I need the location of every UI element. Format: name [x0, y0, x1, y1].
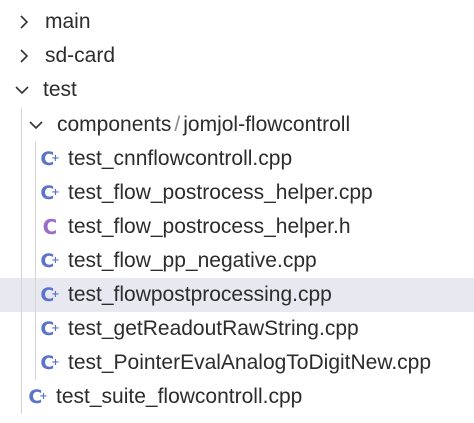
folder-label-sd-card: sd-card	[45, 44, 116, 67]
file-label: test_getReadoutRawString.cpp	[68, 317, 359, 340]
file-label: test_flow_pp_negative.cpp	[68, 249, 317, 272]
path-separator: /	[174, 113, 181, 136]
folder-label-main: main	[45, 10, 91, 33]
indent-guide	[21, 380, 22, 414]
cpp-file-icon: C+	[40, 148, 60, 170]
file-item[interactable]: C test_flow_postrocess_helper.h	[0, 210, 474, 244]
folder-label-test: test	[43, 78, 77, 101]
indent-guide	[21, 108, 22, 142]
folder-components-jomjol-flowcontroll[interactable]: components / jomjol-flowcontroll	[0, 108, 474, 142]
indent-guide	[21, 142, 22, 176]
file-label: test_flowpostprocessing.cpp	[68, 283, 332, 306]
chevron-down-icon	[29, 118, 43, 132]
indent-guide	[21, 312, 22, 346]
chevron-right-icon	[17, 15, 31, 29]
indent-guide	[21, 278, 22, 312]
file-item[interactable]: C+ test_flow_pp_negative.cpp	[0, 244, 474, 278]
chevron-right-icon	[17, 49, 31, 63]
cpp-file-icon: C+	[40, 182, 60, 204]
indent-guide	[35, 244, 36, 278]
cpp-file-icon: C+	[40, 318, 60, 340]
file-label: test_suite_flowcontroll.cpp	[56, 385, 303, 408]
folder-main[interactable]: main	[0, 5, 474, 39]
cpp-file-icon: C+	[40, 284, 60, 306]
chevron-down-icon	[15, 83, 29, 97]
indent-guide	[35, 210, 36, 244]
file-item[interactable]: C+ test_suite_flowcontroll.cpp	[0, 380, 474, 414]
indent-guide	[21, 244, 22, 278]
file-item[interactable]: C+ test_PointerEvalAnalogToDigitNew.cpp	[0, 346, 474, 380]
cpp-file-icon: C+	[40, 250, 60, 272]
indent-guide	[35, 176, 36, 210]
file-label: test_flow_postrocess_helper.cpp	[68, 181, 373, 204]
folder-label-components: components	[57, 113, 172, 136]
file-explorer-tree: main sd-card test components / jomjol-fl…	[0, 0, 474, 423]
cpp-file-icon: C+	[28, 386, 48, 408]
indent-guide	[21, 176, 22, 210]
indent-guide	[35, 142, 36, 176]
cpp-file-icon: C+	[40, 352, 60, 374]
folder-label-jomjol-flowcontroll: jomjol-flowcontroll	[183, 113, 351, 136]
file-item[interactable]: C+ test_cnnflowcontroll.cpp	[0, 142, 474, 176]
indent-guide	[21, 346, 22, 380]
folder-test[interactable]: test	[0, 73, 474, 107]
file-label: test_PointerEvalAnalogToDigitNew.cpp	[68, 351, 432, 374]
indent-guide	[21, 210, 22, 244]
header-file-icon: C	[42, 215, 58, 239]
folder-sd-card[interactable]: sd-card	[0, 39, 474, 73]
file-item-selected[interactable]: C+ test_flowpostprocessing.cpp	[0, 278, 474, 312]
indent-guide	[35, 346, 36, 380]
file-label: test_cnnflowcontroll.cpp	[68, 147, 293, 170]
indent-guide	[35, 312, 36, 346]
file-label: test_flow_postrocess_helper.h	[68, 215, 351, 238]
file-item[interactable]: C+ test_flow_postrocess_helper.cpp	[0, 176, 474, 210]
file-item[interactable]: C+ test_getReadoutRawString.cpp	[0, 312, 474, 346]
indent-guide	[35, 278, 36, 312]
